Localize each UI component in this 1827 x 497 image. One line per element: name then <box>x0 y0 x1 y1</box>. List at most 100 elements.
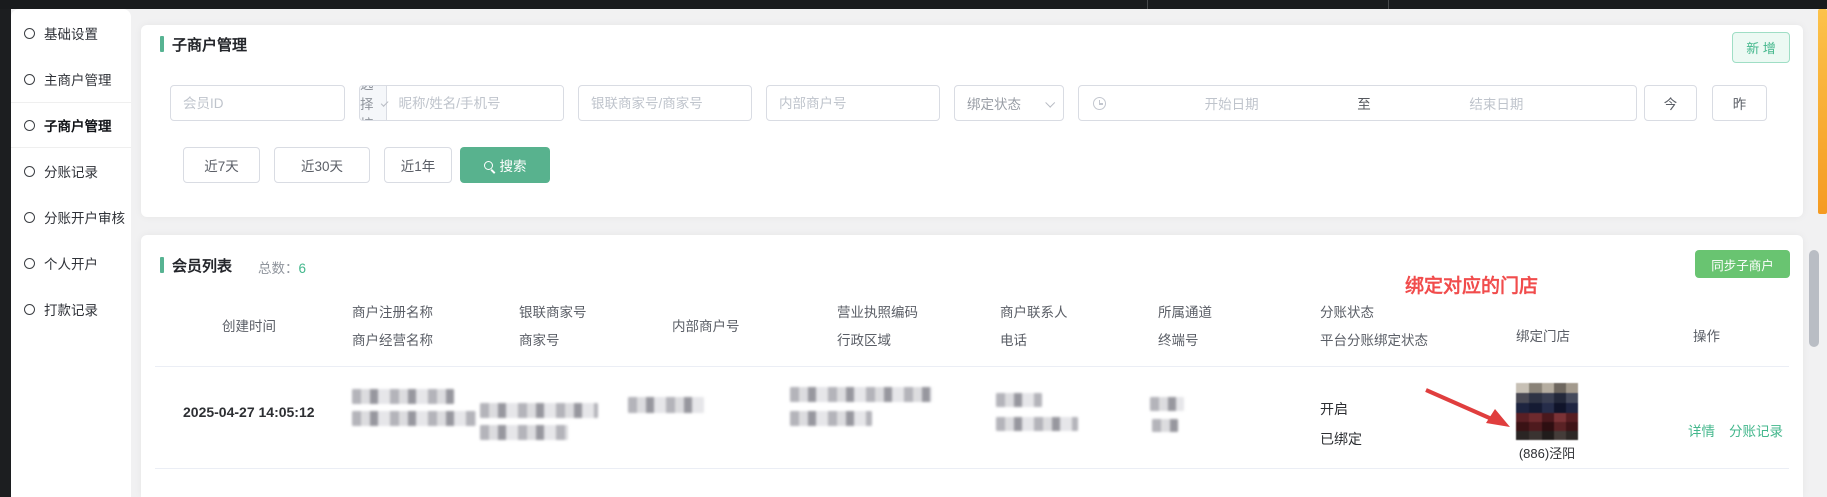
sidebar-item-label: 基础设置 <box>44 23 98 43</box>
cell-created-at: 2025-04-27 14:05:12 <box>183 404 315 420</box>
col-header-phone: 电话 <box>1000 329 1027 349</box>
topbar-divider <box>1388 0 1389 9</box>
total-label: 总数： <box>258 261 299 276</box>
redacted-terminal <box>1152 419 1178 432</box>
last-7-days-button[interactable]: 近7天 <box>183 147 260 183</box>
annotation-arrow <box>1420 384 1520 436</box>
col-header-register-name: 商户注册名称 <box>352 301 433 321</box>
redacted-channel <box>1150 397 1184 411</box>
bind-status-label: 绑定状态 <box>967 93 1021 113</box>
date-range-to-label: 至 <box>1357 93 1371 113</box>
search-button[interactable]: 搜索 <box>460 147 550 183</box>
date-range-picker[interactable]: 开始日期 至 结束日期 <box>1078 85 1637 121</box>
redacted-internal-no <box>628 397 704 413</box>
redacted-phone <box>996 417 1078 431</box>
redacted-register-name <box>352 389 454 404</box>
annotation-bind-store: 绑定对应的门店 <box>1405 271 1538 298</box>
browser-top-strip <box>0 0 1827 9</box>
start-date-placeholder[interactable]: 开始日期 <box>1106 93 1357 113</box>
cell-store-name: (886)泾阳 <box>1502 443 1592 462</box>
sync-sub-merchant-button[interactable]: 同步子商户 <box>1695 250 1790 278</box>
page: 基础设置 主商户管理 子商户管理 分账记录 分账开户审核 个人开户 打款记录 <box>0 0 1827 497</box>
radio-circle-icon <box>24 74 35 85</box>
col-header-contact: 商户联系人 <box>1000 301 1068 321</box>
col-header-region: 行政区域 <box>837 329 891 349</box>
col-header-internal-no: 内部商户号 <box>672 315 740 335</box>
sidebar-item-personal-account[interactable]: 个人开户 <box>11 240 131 286</box>
sidebar-item-label: 打款记录 <box>44 299 98 319</box>
total-count: 总数：6 <box>258 257 306 277</box>
select-by-dropdown[interactable]: 选择按 <box>360 86 387 120</box>
page-title: 子商户管理 <box>172 34 247 55</box>
title-accent-bar <box>160 36 164 52</box>
sidebar-item-sub-merchant[interactable]: 子商户管理 <box>11 102 131 148</box>
sidebar-item-split-records[interactable]: 分账记录 <box>11 148 131 194</box>
col-header-unionpay-no: 银联商家号 <box>519 301 587 321</box>
col-header-created-at: 创建时间 <box>222 315 276 335</box>
sidebar-item-main-merchant[interactable]: 主商户管理 <box>11 56 131 102</box>
radio-circle-icon <box>24 120 35 131</box>
select-by-label: 选择按 <box>360 85 377 121</box>
col-header-merchant-no: 商家号 <box>519 329 560 349</box>
total-value: 6 <box>299 261 307 276</box>
col-header-split-status: 分账状态 <box>1320 301 1374 321</box>
sidebar-item-payment-records[interactable]: 打款记录 <box>11 286 131 332</box>
store-photo[interactable] <box>1516 383 1578 440</box>
sidebar-item-basic-settings[interactable]: 基础设置 <box>11 10 131 56</box>
redacted-region <box>790 411 872 426</box>
add-button[interactable]: 新 增 <box>1732 32 1790 63</box>
col-header-bound-store: 绑定门店 <box>1516 325 1570 345</box>
sidebar-item-label: 主商户管理 <box>44 69 112 89</box>
list-title: 会员列表 <box>172 255 232 276</box>
sidebar-item-label: 个人开户 <box>44 253 98 273</box>
col-header-business-name: 商户经营名称 <box>352 329 433 349</box>
row-divider <box>155 366 1789 367</box>
redacted-business-name <box>352 411 476 426</box>
unionpay-merchant-input[interactable] <box>578 85 752 121</box>
last-1-year-button[interactable]: 近1年 <box>384 147 452 183</box>
last-30-days-button[interactable]: 近30天 <box>274 147 370 183</box>
sidebar: 基础设置 主商户管理 子商户管理 分账记录 分账开户审核 个人开户 打款记录 <box>11 9 131 497</box>
col-header-license-code: 营业执照编码 <box>837 301 918 321</box>
clock-icon <box>1093 97 1106 110</box>
redacted-unionpay-no <box>480 403 598 418</box>
end-date-placeholder[interactable]: 结束日期 <box>1371 93 1622 113</box>
sidebar-item-label: 子商户管理 <box>44 115 112 135</box>
today-button[interactable]: 今 <box>1644 85 1697 121</box>
col-header-terminal-no: 终端号 <box>1158 329 1199 349</box>
redacted-merchant-no <box>480 425 568 440</box>
redacted-contact <box>996 393 1042 407</box>
cell-platform-bind-status: 已绑定 <box>1320 429 1362 449</box>
col-header-actions: 操作 <box>1693 325 1720 345</box>
sidebar-item-label: 分账记录 <box>44 161 98 181</box>
radio-circle-icon <box>24 212 35 223</box>
radio-circle-icon <box>24 258 35 269</box>
capture-progress-indicator <box>1818 9 1827 214</box>
search-button-label: 搜索 <box>500 155 527 175</box>
internal-merchant-input[interactable] <box>766 85 940 121</box>
member-id-input[interactable] <box>170 85 345 121</box>
radio-circle-icon <box>24 304 35 315</box>
nickname-input[interactable] <box>387 86 565 120</box>
sidebar-item-label: 分账开户审核 <box>44 207 125 227</box>
scrollbar-thumb[interactable] <box>1809 250 1819 347</box>
row-divider <box>155 468 1789 469</box>
chevron-down-icon <box>1045 97 1055 107</box>
sidebar-item-split-account-review[interactable]: 分账开户审核 <box>11 194 131 240</box>
split-records-link[interactable]: 分账记录 <box>1729 420 1783 440</box>
title-accent-bar <box>160 257 164 273</box>
yesterday-button[interactable]: 昨 <box>1712 85 1767 121</box>
col-header-channel: 所属通道 <box>1158 301 1212 321</box>
topbar-divider <box>1147 0 1148 9</box>
detail-link[interactable]: 详情 <box>1688 420 1715 440</box>
window-left-edge <box>0 9 11 497</box>
radio-circle-icon <box>24 28 35 39</box>
redacted-license-code <box>790 387 932 402</box>
bind-status-select[interactable]: 绑定状态 <box>954 85 1064 121</box>
search-card: 子商户管理 <box>141 25 1803 217</box>
col-header-platform-bind-status: 平台分账绑定状态 <box>1320 329 1428 349</box>
search-icon <box>484 161 493 170</box>
nickname-combo-input: 选择按 <box>359 85 564 121</box>
cell-split-status: 开启 <box>1320 399 1348 419</box>
radio-circle-icon <box>24 166 35 177</box>
